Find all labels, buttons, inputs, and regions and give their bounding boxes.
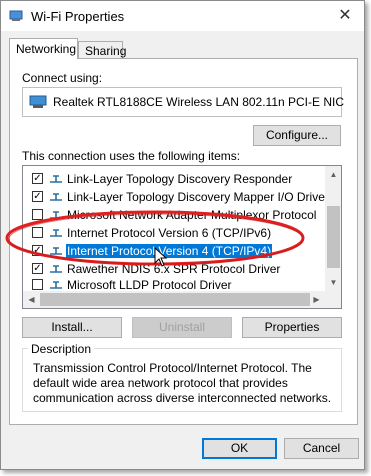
protocol-icon <box>50 211 62 219</box>
adapter-field: Realtek RTL8188CE Wireless LAN 802.11n P… <box>22 87 345 117</box>
vertical-scrollbar[interactable]: ▲ ▼ <box>325 166 341 291</box>
item-checkbox[interactable] <box>32 279 43 290</box>
network-adapter-icon <box>29 95 47 108</box>
item-label: Microsoft LLDP Protocol Driver <box>67 278 232 292</box>
list-item[interactable]: Microsoft Network Adapter Multiplexor Pr… <box>23 206 323 224</box>
scroll-right-icon[interactable]: ▶ <box>308 291 325 308</box>
item-label: Link-Layer Topology Discovery Responder <box>67 172 293 186</box>
scroll-thumb[interactable] <box>40 293 310 306</box>
horizontal-scrollbar[interactable]: ◀ ▶ <box>23 291 325 308</box>
tab-sharing[interactable]: Sharing <box>78 41 126 59</box>
list-item[interactable]: ✓ Link-Layer Topology Discovery Responde… <box>23 170 323 188</box>
protocol-icon <box>50 229 62 237</box>
protocol-icon <box>50 265 62 273</box>
scroll-up-icon[interactable]: ▲ <box>325 166 341 183</box>
connect-using-label: Connect using: <box>22 71 103 85</box>
item-checkbox[interactable]: ✓ <box>32 263 43 274</box>
wifi-properties-dialog: Wi-Fi Properties ✕ Networking Sharing Co… <box>0 0 365 470</box>
scroll-down-icon[interactable]: ▼ <box>325 274 341 291</box>
uninstall-button[interactable]: Uninstall <box>132 317 232 338</box>
item-checkbox[interactable] <box>32 227 43 238</box>
scroll-thumb[interactable] <box>327 206 340 268</box>
adapter-name: Realtek RTL8188CE Wireless LAN 802.11n P… <box>53 95 345 109</box>
list-item[interactable]: ✓ Link-Layer Topology Discovery Mapper I… <box>23 188 329 206</box>
protocol-icon <box>50 247 62 255</box>
tab-networking[interactable]: Networking <box>9 38 78 59</box>
items-label: This connection uses the following items… <box>22 149 241 163</box>
item-label: Internet Protocol Version 6 (TCP/IPv6) <box>67 226 272 240</box>
items-list[interactable]: ✓ Link-Layer Topology Discovery Responde… <box>22 165 342 309</box>
item-checkbox[interactable] <box>32 209 43 220</box>
item-checkbox[interactable]: ✓ <box>32 173 43 184</box>
network-adapter-icon <box>9 10 23 21</box>
scroll-left-icon[interactable]: ◀ <box>23 291 40 308</box>
close-button[interactable]: ✕ <box>326 1 364 31</box>
item-label: Link-Layer Topology Discovery Mapper I/O… <box>67 190 329 204</box>
item-label: Microsoft Network Adapter Multiplexor Pr… <box>67 208 317 222</box>
title-bar[interactable]: Wi-Fi Properties ✕ <box>1 1 364 31</box>
cancel-button[interactable]: Cancel <box>284 438 359 459</box>
configure-button[interactable]: Configure... <box>253 125 341 146</box>
description-title: Description <box>28 342 95 356</box>
protocol-icon <box>50 193 62 201</box>
item-label: Internet Protocol Version 4 (TCP/IPv4) <box>64 243 274 259</box>
properties-button[interactable]: Properties <box>242 317 342 338</box>
protocol-icon <box>50 281 62 289</box>
item-label: Rawether NDIS 6.x SPR Protocol Driver <box>67 262 281 276</box>
list-item-selected[interactable]: ✓ Internet Protocol Version 4 (TCP/IPv4) <box>23 242 323 260</box>
list-item[interactable]: Internet Protocol Version 6 (TCP/IPv6) <box>23 224 323 242</box>
mouse-cursor-icon <box>154 247 168 267</box>
item-checkbox[interactable]: ✓ <box>32 191 43 202</box>
install-button[interactable]: Install... <box>22 317 122 338</box>
scroll-corner <box>325 291 341 308</box>
protocol-icon <box>50 175 62 183</box>
ok-button[interactable]: OK <box>202 438 277 459</box>
description-text: Transmission Control Protocol/Internet P… <box>33 361 332 405</box>
window-title: Wi-Fi Properties <box>31 9 125 24</box>
item-checkbox[interactable]: ✓ <box>32 245 43 256</box>
